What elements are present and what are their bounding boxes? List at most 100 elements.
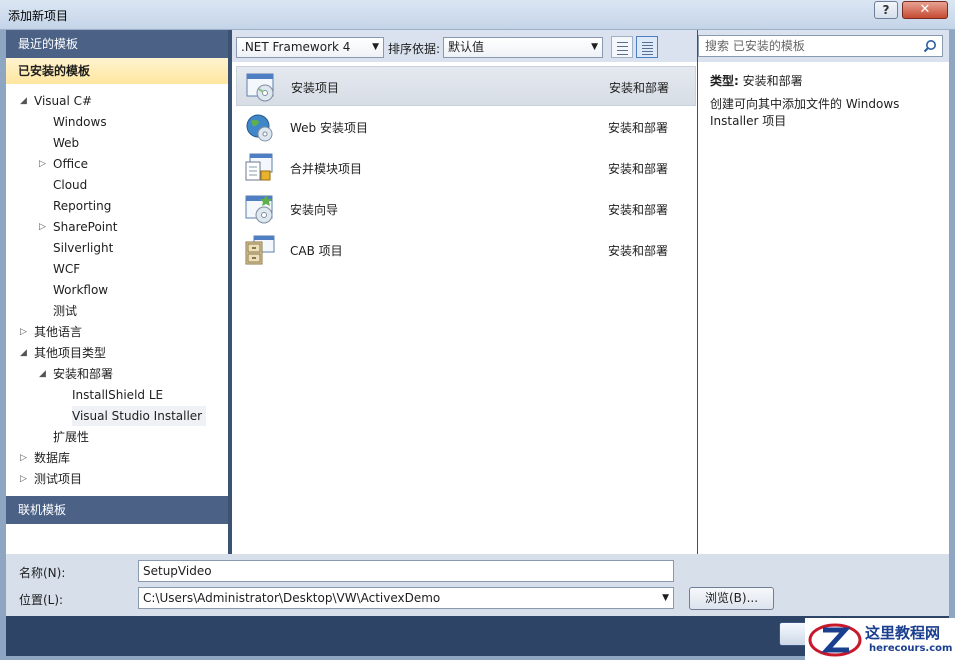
watermark-logo-icon [808, 623, 862, 657]
template-name: 合并模块项目 [290, 162, 363, 176]
tree-item[interactable]: WCF [53, 259, 80, 279]
chevron-down-icon: ▼ [591, 42, 598, 52]
tree-item-label: InstallShield LE [72, 388, 164, 402]
tree-item-label: 数据库 [34, 451, 71, 465]
template-category-panel: 最近的模板 已安装的模板 ◢ Visual C# Windows Web ▷ Office… [6, 30, 228, 554]
template-category: 安装和部署 [608, 121, 669, 135]
search-icon[interactable] [923, 39, 937, 53]
location-value: C:\Users\Administrator\Desktop\VW\Active… [143, 591, 441, 605]
tree-item-label: Workflow [53, 283, 109, 297]
help-button[interactable]: ? [874, 1, 898, 19]
template-list-panel: .NET Framework 4 ▼ 排序依据: 默认值 ▼ 安装项目 安装和部… [232, 30, 697, 554]
collapsed-arrow-icon[interactable]: ▷ [20, 448, 27, 468]
close-button[interactable]: ✕ [902, 1, 948, 19]
tree-item[interactable]: ▷ 其他语言 [20, 322, 83, 342]
template-name: 安装项目 [291, 81, 340, 95]
template-description: 创建可向其中添加文件的 Windows Installer 项目 [710, 97, 900, 128]
expanded-arrow-icon[interactable]: ◢ [39, 364, 46, 384]
framework-select[interactable]: .NET Framework 4 ▼ [236, 37, 384, 58]
tree-item[interactable]: ▷ Office [39, 154, 89, 174]
list-toolbar: .NET Framework 4 ▼ 排序依据: 默认值 ▼ [232, 30, 697, 62]
small-icons-view-icon[interactable] [611, 36, 633, 58]
template-item-cab-project[interactable]: CAB 项目 安装和部署 [236, 230, 696, 270]
template-name: 安装向导 [290, 203, 339, 217]
window-title: 添加新项目 [8, 9, 69, 23]
tree-item[interactable]: Windows [53, 112, 107, 132]
tree-item[interactable]: ▷ 数据库 [20, 448, 71, 468]
search-input[interactable]: 搜索 已安装的模板 [698, 35, 943, 57]
tree-item-label: WCF [53, 262, 81, 276]
tree-item[interactable]: InstallShield LE [72, 385, 163, 405]
tree-item-label: 测试 [53, 304, 78, 318]
tree-item-label: SharePoint [53, 220, 118, 234]
tree-item-label: Reporting [53, 199, 112, 213]
tree-item[interactable]: ▷ 测试项目 [20, 469, 83, 489]
collapsed-arrow-icon[interactable]: ▷ [39, 217, 46, 237]
watermark-cn-text: 这里教程网 [865, 624, 941, 642]
tree-item-label: 测试项目 [34, 472, 83, 486]
tree-item[interactable]: Workflow [53, 280, 108, 300]
tree-item-label: 其他语言 [34, 325, 83, 339]
tree-item-label: Office [53, 157, 89, 171]
name-field[interactable]: SetupVideo [138, 560, 674, 582]
expanded-arrow-icon[interactable]: ◢ [20, 91, 27, 111]
template-item-setup-wizard[interactable]: 安装向导 安装和部署 [236, 189, 696, 229]
cab-cabinet-icon [245, 235, 275, 265]
template-category: 安装和部署 [608, 162, 669, 176]
tree-item[interactable]: 扩展性 [53, 427, 89, 447]
recent-templates-header[interactable]: 最近的模板 [6, 30, 228, 58]
online-templates-header[interactable]: 联机模板 [6, 496, 228, 524]
details-view-icon[interactable] [636, 36, 658, 58]
tree-item[interactable]: Cloud [53, 175, 87, 195]
search-placeholder: 搜索 已安装的模板 [705, 39, 805, 53]
tree-item[interactable]: 测试 [53, 301, 77, 321]
framework-value: .NET Framework 4 [241, 40, 351, 54]
sort-value: 默认值 [448, 40, 485, 54]
template-category: 安装和部署 [609, 81, 670, 95]
template-category: 安装和部署 [608, 244, 669, 258]
globe-icon [246, 114, 273, 142]
tree-item[interactable]: ▷ SharePoint [39, 217, 118, 237]
collapsed-arrow-icon[interactable]: ▷ [39, 154, 46, 174]
title-bar: 添加新项目 ? ✕ [0, 0, 955, 30]
setup-wizard-icon [245, 195, 273, 224]
expanded-arrow-icon[interactable]: ◢ [20, 343, 27, 363]
template-type: 类型: 安装和部署 [710, 72, 803, 89]
type-value: 安装和部署 [742, 74, 803, 88]
template-category: 安装和部署 [608, 203, 669, 217]
template-item-merge-module-project[interactable]: 合并模块项目 安装和部署 [236, 148, 696, 188]
watermark-en-text: herecours.com [869, 643, 953, 654]
setup-project-icon [246, 73, 274, 102]
tree-item-label: 扩展性 [53, 430, 90, 444]
tree-item[interactable]: Reporting [53, 196, 111, 216]
tree-item-label: Cloud [53, 178, 88, 192]
installed-templates-header[interactable]: 已安装的模板 [6, 58, 228, 84]
tree-item-label: Visual C# [34, 94, 93, 108]
type-label: 类型: [710, 74, 739, 88]
search-bar: 搜索 已安装的模板 [698, 30, 949, 62]
tree-item-label: Windows [53, 115, 107, 129]
template-name: CAB 项目 [290, 244, 343, 258]
location-label: 位置(L): [19, 593, 64, 607]
tree-item[interactable]: Web [53, 133, 79, 153]
item-form: 名称(N): SetupVideo 位置(L): C:\Users\Admini… [6, 554, 949, 616]
sort-select[interactable]: 默认值 ▼ [443, 37, 603, 58]
tree-item-label: 其他项目类型 [34, 346, 107, 360]
collapsed-arrow-icon[interactable]: ▷ [20, 322, 27, 342]
tree-item[interactable]: ◢ 安装和部署 [39, 364, 113, 384]
location-field[interactable]: C:\Users\Administrator\Desktop\VW\Active… [138, 587, 674, 609]
tree-item[interactable]: Silverlight [53, 238, 113, 258]
collapsed-arrow-icon[interactable]: ▷ [20, 469, 27, 489]
chevron-down-icon[interactable]: ▼ [662, 588, 669, 608]
template-details-panel: 搜索 已安装的模板 类型: 安装和部署 创建可向其中添加文件的 Windows … [698, 30, 949, 554]
tree-item-label: Silverlight [53, 241, 114, 255]
tree-item[interactable]: ◢ Visual C# [20, 91, 93, 111]
template-name: Web 安装项目 [290, 121, 368, 135]
template-item-web-setup-project[interactable]: Web 安装项目 安装和部署 [236, 107, 696, 147]
template-item-setup-project[interactable]: 安装项目 安装和部署 [236, 66, 696, 106]
browse-button[interactable]: 浏览(B)... [689, 587, 774, 610]
tree-item[interactable]: ◢ 其他项目类型 [20, 343, 107, 363]
tree-item-label: Web [53, 136, 80, 150]
tree-item[interactable]: Visual Studio Installer [72, 406, 207, 426]
add-new-item-dialog: 最近的模板 已安装的模板 ◢ Visual C# Windows Web ▷ Office… [6, 30, 949, 656]
